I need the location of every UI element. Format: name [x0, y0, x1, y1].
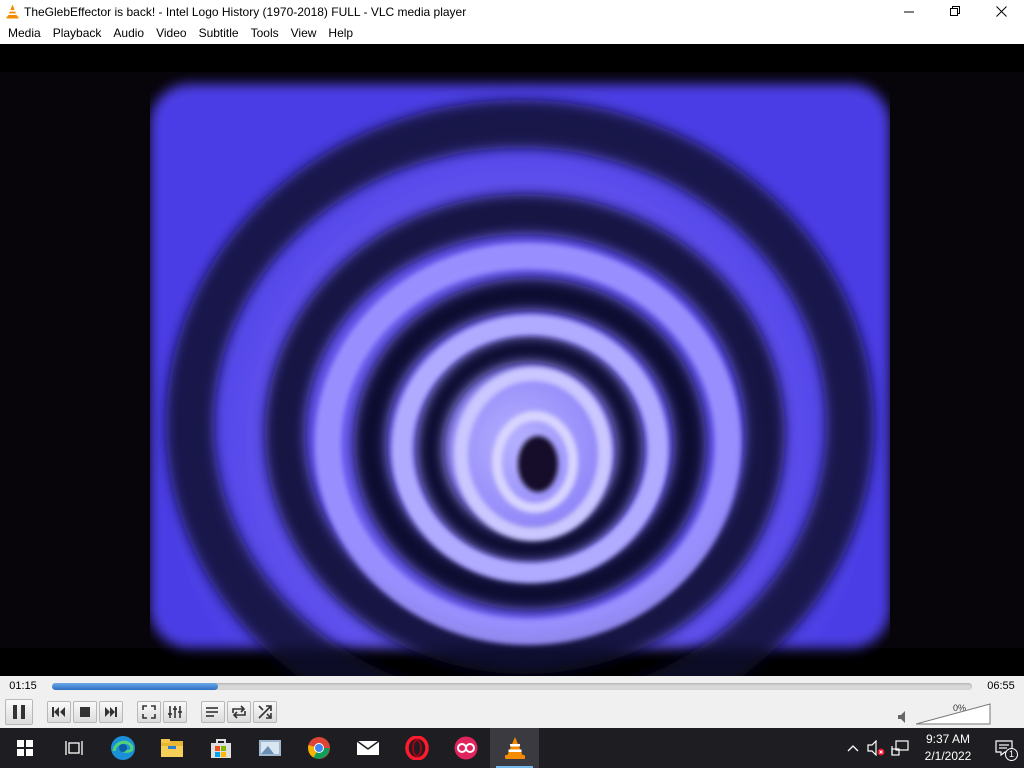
store-icon [210, 739, 231, 758]
volume-control[interactable]: 0% [898, 696, 1018, 728]
mail-icon [356, 740, 379, 755]
menu-bar: Media Playback Audio Video Subtitle Tool… [0, 23, 1024, 44]
network-icon [891, 740, 909, 756]
chrome-icon [307, 737, 330, 759]
system-tray: 9:37 AM 2/1/2022 1 [842, 728, 1024, 768]
edge-icon [110, 736, 135, 760]
clock[interactable]: 9:37 AM 2/1/2022 [912, 731, 984, 765]
total-time[interactable]: 06:55 [978, 680, 1024, 692]
volume-tray-button[interactable] [864, 740, 888, 756]
stop-icon [80, 707, 90, 717]
taskbar-photos[interactable] [245, 728, 294, 768]
task-view-icon [64, 741, 83, 755]
menu-audio[interactable]: Audio [107, 23, 150, 44]
start-button[interactable] [0, 728, 49, 768]
playlist-button[interactable] [201, 701, 225, 723]
menu-playback[interactable]: Playback [47, 23, 108, 44]
taskbar: 9:37 AM 2/1/2022 1 [0, 728, 1024, 768]
restore-icon [949, 6, 960, 16]
task-view-button[interactable] [49, 728, 98, 768]
menu-subtitle[interactable]: Subtitle [193, 23, 245, 44]
taskbar-app[interactable] [441, 728, 490, 768]
fullscreen-button[interactable] [137, 701, 161, 723]
clock-time: 9:37 AM [925, 732, 971, 746]
photos-icon [258, 740, 281, 756]
taskbar-edge[interactable] [98, 728, 147, 768]
seek-row: 01:15 06:55 [0, 676, 1024, 696]
opera-icon [404, 736, 429, 760]
pause-button[interactable] [5, 699, 33, 725]
window-title: TheGlebEffector is back! - Intel Logo Hi… [24, 4, 467, 19]
chevron-up-icon [847, 745, 859, 752]
seek-slider[interactable] [52, 682, 972, 690]
close-icon [995, 6, 1007, 17]
network-tray-button[interactable] [888, 740, 912, 756]
volume-slider[interactable] [916, 702, 992, 726]
show-hidden-icons-button[interactable] [842, 744, 864, 752]
menu-video[interactable]: Video [150, 23, 192, 44]
fullscreen-icon [142, 705, 156, 719]
clock-date: 2/1/2022 [924, 749, 972, 763]
menu-help[interactable]: Help [322, 23, 359, 44]
loop-icon [232, 705, 246, 719]
next-button[interactable] [99, 701, 123, 723]
windows-logo-icon [16, 740, 33, 756]
previous-button[interactable] [47, 701, 71, 723]
shuffle-icon [258, 705, 272, 719]
seek-progress [52, 682, 218, 690]
shuffle-button[interactable] [253, 701, 277, 723]
loop-button[interactable] [227, 701, 251, 723]
vlc-cone-icon [5, 4, 19, 20]
playlist-icon [206, 707, 218, 717]
next-icon [105, 707, 117, 717]
action-center-button[interactable]: 1 [984, 728, 1024, 768]
video-frame [0, 44, 1024, 676]
taskbar-store[interactable] [196, 728, 245, 768]
menu-view[interactable]: View [285, 23, 323, 44]
extended-settings-button[interactable] [163, 701, 187, 723]
vlc-cone-icon [504, 737, 525, 759]
video-area[interactable] [0, 44, 1024, 676]
taskbar-mail[interactable] [343, 728, 392, 768]
notification-count-badge: 1 [1005, 748, 1018, 761]
stop-button[interactable] [73, 701, 97, 723]
app-circles-icon [454, 736, 477, 760]
minimize-button[interactable] [886, 0, 932, 23]
taskbar-opera[interactable] [392, 728, 441, 768]
speaker-icon[interactable] [898, 711, 910, 723]
restore-button[interactable] [932, 0, 978, 23]
previous-icon [52, 707, 65, 717]
equalizer-icon [168, 706, 182, 718]
folder-icon [160, 739, 183, 757]
taskbar-chrome[interactable] [294, 728, 343, 768]
taskbar-vlc[interactable] [490, 728, 539, 768]
muted-speaker-icon [867, 740, 885, 756]
menu-tools[interactable]: Tools [245, 23, 285, 44]
minimize-icon [903, 11, 914, 13]
pause-icon [13, 705, 25, 719]
title-bar: TheGlebEffector is back! - Intel Logo Hi… [0, 0, 1024, 23]
close-button[interactable] [978, 0, 1024, 23]
taskbar-file-explorer[interactable] [147, 728, 196, 768]
menu-media[interactable]: Media [2, 23, 47, 44]
controls-row: 0% [0, 696, 1024, 728]
elapsed-time[interactable]: 01:15 [0, 680, 46, 692]
